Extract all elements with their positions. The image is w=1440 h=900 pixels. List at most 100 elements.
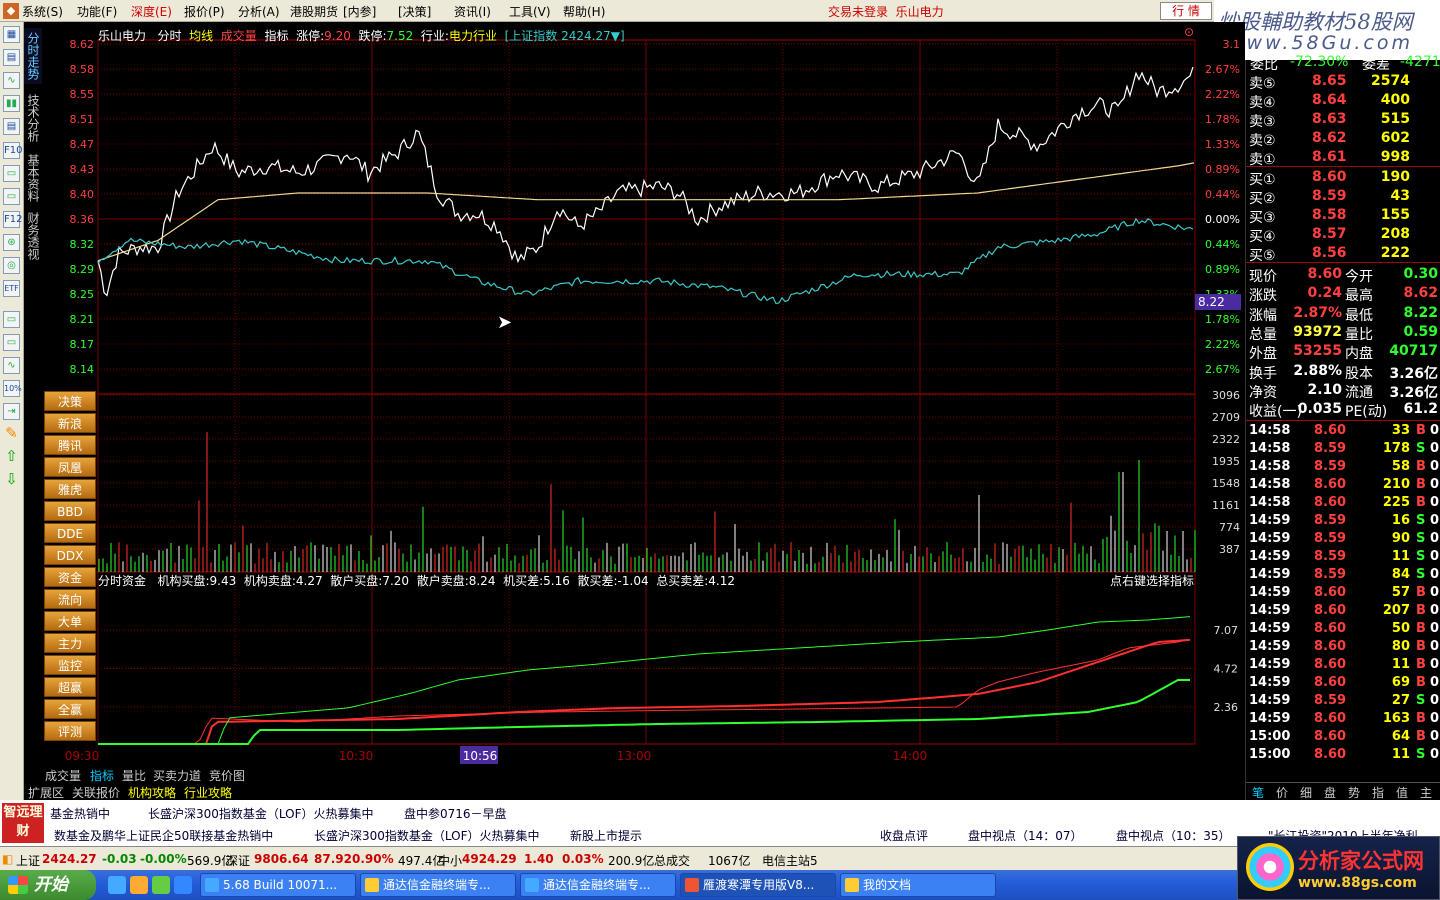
menu-function[interactable]: 功能(F) [77, 3, 117, 20]
tab-indicator[interactable]: 指标 [90, 767, 114, 784]
ie2-icon[interactable] [174, 876, 192, 894]
tick-row[interactable]: 14:59 8.60 57 B 0 [1246, 585, 1440, 603]
tick-row[interactable]: 14:59 8.59 16 S 0 [1246, 513, 1440, 531]
rtab-price[interactable]: 价 [1276, 784, 1288, 801]
menu-info[interactable]: 资讯(I) [454, 3, 491, 20]
search-icon[interactable]: ◎ [3, 257, 20, 274]
news-item[interactable]: 收盘点评 [880, 827, 928, 844]
rtab-value[interactable]: 值 [1396, 784, 1408, 801]
side-btn-yahoo[interactable]: 雅虎 [44, 479, 96, 499]
intraday-chart[interactable]: 8.62 3.1 8.58 2.67% 8.55 2.22% 8.51 1.78% 8.47 1.… [42, 22, 1245, 770]
tick-row[interactable]: 14:59 8.60 11 B 0 [1246, 657, 1440, 675]
tick-row[interactable]: 14:58 8.59 58 B 0 [1246, 459, 1440, 477]
side-btn-dde[interactable]: DDE [44, 523, 96, 543]
news-item[interactable]: 长盛沪深300指数基金（LOF）火热募集中 [148, 805, 374, 822]
menu-decision[interactable]: [决策] [398, 3, 431, 20]
tab-auction[interactable]: 竞价图 [209, 767, 245, 784]
tick-row[interactable]: 14:58 8.60 33 B 0 [1246, 423, 1440, 441]
tick-row[interactable]: 14:59 8.59 90 S 0 [1246, 531, 1440, 549]
side-btn-super-win[interactable]: 超赢 [44, 677, 96, 697]
bid-row[interactable]: 买① 8.60 190 [1246, 169, 1440, 188]
tab-technical[interactable]: 技术分析 [24, 90, 42, 146]
f10-icon[interactable]: F10 [3, 142, 22, 159]
grid-icon[interactable]: ▦ [3, 26, 20, 43]
tab-fundamental[interactable]: 基本资料 [24, 150, 42, 206]
panel-icon[interactable]: ▭ [3, 188, 20, 205]
task-button[interactable]: 我的文档 [840, 873, 996, 897]
bid-row[interactable]: 买② 8.59 43 [1246, 188, 1440, 207]
tick-row[interactable]: 14:58 8.60 225 B 0 [1246, 495, 1440, 513]
arrow-down-icon[interactable]: ⇩ [3, 472, 20, 489]
news-item[interactable]: 盘中参0716－早盘 [404, 805, 507, 822]
ask-row[interactable]: 卖⑤ 8.65 2574 [1246, 73, 1440, 92]
side-btn-ifeng[interactable]: 凤凰 [44, 457, 96, 477]
news-item[interactable]: 新股上市提示 [570, 827, 642, 844]
side-btn-bbd[interactable]: BBD [44, 501, 96, 521]
bid-row[interactable]: 买④ 8.57 208 [1246, 226, 1440, 245]
tick-row[interactable]: 14:58 8.59 178 S 0 [1246, 441, 1440, 459]
menu-analysis[interactable]: 分析(A) [238, 3, 280, 20]
side-btn-main-force[interactable]: 主力 [44, 633, 96, 653]
settings-icon[interactable]: ⊛ [3, 234, 20, 251]
tick-row[interactable]: 14:59 8.60 163 B 0 [1246, 711, 1440, 729]
f12-icon[interactable]: F12 [3, 211, 22, 228]
news-item[interactable]: 盘中视点（14：07） [968, 827, 1083, 844]
report-icon[interactable]: ▤ [3, 118, 20, 135]
side-btn-sina[interactable]: 新浪 [44, 413, 96, 433]
tick-row[interactable]: 14:59 8.59 27 S 0 [1246, 693, 1440, 711]
close-chart-icon[interactable]: ⊙ [1184, 25, 1194, 39]
rtab-trend[interactable]: 势 [1348, 784, 1360, 801]
tab-volume[interactable]: 成交量 [45, 767, 81, 784]
menu-insider[interactable]: [内参] [343, 3, 376, 20]
menu-hk-futures[interactable]: 港股期货 [290, 3, 338, 20]
menu-system[interactable]: 系统(S) [22, 3, 63, 20]
menu-help[interactable]: 帮助(H) [563, 3, 605, 20]
side-btn-review[interactable]: 评测 [44, 721, 96, 741]
tab-industry-strategy[interactable]: 行业攻略 [184, 784, 232, 801]
percent-icon[interactable]: 10% [3, 380, 22, 397]
window-icon[interactable]: ▭ [3, 165, 20, 182]
pencil-icon[interactable]: ✎ [3, 426, 20, 443]
news-item[interactable]: 数基金及鹏华上证民企50联接基金热销中 [54, 827, 273, 844]
tick-row[interactable]: 14:58 8.60 210 B 0 [1246, 477, 1440, 495]
tick-row[interactable]: 14:59 8.60 69 B 0 [1246, 675, 1440, 693]
menu-quote[interactable]: 报价(P) [184, 3, 225, 20]
tab-extension[interactable]: 扩展区 [28, 784, 64, 801]
tick-row[interactable]: 14:59 8.60 207 B 0 [1246, 603, 1440, 621]
menu-tools[interactable]: 工具(V) [509, 3, 551, 20]
menu-depth[interactable]: 深度(E) [131, 3, 172, 20]
indicator-hint[interactable]: 点右键选择指标 [1110, 572, 1194, 589]
news-item[interactable]: 长盛沪深300指数基金（LOF）火热募集中 [314, 827, 540, 844]
ask-row[interactable]: 卖④ 8.64 400 [1246, 92, 1440, 111]
rtab-main[interactable]: 主 [1420, 784, 1432, 801]
rtab-book[interactable]: 盘 [1324, 784, 1336, 801]
multi-chart-icon[interactable]: ▭ [3, 334, 20, 351]
export-icon[interactable]: ⇥ [3, 403, 20, 420]
side-btn-funds[interactable]: 资金 [44, 567, 96, 587]
desktop-icon[interactable] [152, 876, 170, 894]
task-button[interactable]: 通达信金融终端专... [360, 873, 516, 897]
news-item[interactable]: 基金热销中 [50, 805, 110, 822]
rtab-trades[interactable]: 笔 [1252, 784, 1264, 801]
side-btn-ddx[interactable]: DDX [44, 545, 96, 565]
trend-icon[interactable]: ∿ [3, 357, 20, 374]
etf-icon[interactable]: ETF [3, 280, 20, 297]
tab-volume-ratio[interactable]: 量比 [122, 767, 146, 784]
tab-buy-sell-power[interactable]: 买卖力道 [153, 767, 201, 784]
side-btn-all-win[interactable]: 全赢 [44, 699, 96, 719]
chart-canvas[interactable]: 8.62 3.1 8.58 2.67% 8.55 2.22% 8.51 1.78% 8.47 1.… [42, 22, 1245, 770]
rtab-detail[interactable]: 细 [1300, 784, 1312, 801]
industry-value[interactable]: 电力行业 [449, 29, 497, 43]
tick-row[interactable]: 14:59 8.60 80 B 0 [1246, 639, 1440, 657]
tab-financial[interactable]: 财务透视 [24, 208, 42, 264]
kline-icon[interactable]: ▮▮ [3, 95, 20, 112]
ask-row[interactable]: 卖③ 8.63 515 [1246, 111, 1440, 130]
line-chart-icon[interactable]: ∿ [3, 72, 20, 89]
tick-row[interactable]: 14:59 8.59 84 S 0 [1246, 567, 1440, 585]
news-item[interactable]: 盘中视点（10：35） [1116, 827, 1231, 844]
bid-row[interactable]: 买③ 8.58 155 [1246, 207, 1440, 226]
side-btn-tencent[interactable]: 腾讯 [44, 435, 96, 455]
ie-icon[interactable] [108, 876, 126, 894]
tick-row[interactable]: 14:59 8.60 50 B 0 [1246, 621, 1440, 639]
task-button[interactable]: 通达信金融终端专... [520, 873, 676, 897]
